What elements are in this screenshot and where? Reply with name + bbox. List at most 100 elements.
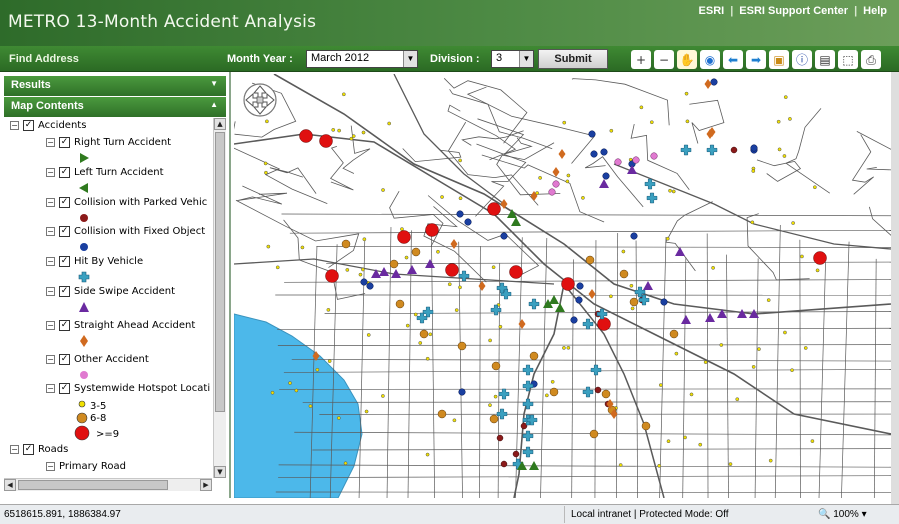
zoom-level[interactable]: 🔍 100% ▾ <box>818 509 867 520</box>
map-view[interactable] <box>234 74 891 498</box>
forward-arrow-icon[interactable]: ➡ <box>746 50 766 69</box>
layer-6[interactable]: − ✓ Straight Ahead Accident <box>46 320 195 331</box>
security-zone: Local intranet | Protected Mode: Off <box>564 506 735 523</box>
layer-checkbox[interactable]: ✓ <box>59 354 70 365</box>
layer-checkbox[interactable]: ✓ <box>59 256 70 267</box>
zoom-value: 100% <box>833 509 859 520</box>
layer-label: Systemwide Hotspot Locati <box>74 383 211 394</box>
layer-checkbox[interactable]: ✓ <box>59 226 70 237</box>
identify-icon[interactable]: ⓘ <box>792 50 812 69</box>
map-coordinates: 6518615.891, 1886384.97 <box>4 509 121 520</box>
layer-checkbox[interactable]: ✓ <box>23 120 34 131</box>
layer-hotspots[interactable]: − ✓ Systemwide Hotspot Locati <box>46 383 210 394</box>
hotspot-class-label: >=9 <box>96 429 120 440</box>
layer-checkbox[interactable]: ✓ <box>59 286 70 297</box>
pan-hand-icon[interactable]: ✋ <box>677 50 697 69</box>
division-value: 3 <box>496 52 503 64</box>
layer-0[interactable]: − ✓ Right Turn Accident <box>46 137 171 148</box>
hotspot-class-label: 3-5 <box>90 401 107 412</box>
layer-checkbox[interactable]: ✓ <box>59 320 70 331</box>
division-select[interactable]: 3 ▼ <box>491 50 534 68</box>
diamond-symbol <box>80 335 88 347</box>
layer-accidents[interactable]: − ✓ Accidents <box>10 120 86 131</box>
zoom-out-icon[interactable]: − <box>654 50 674 69</box>
layer-checkbox[interactable]: ✓ <box>59 383 70 394</box>
results-panel-header[interactable]: Results ▼ <box>4 76 226 96</box>
link-separator: | <box>854 5 858 17</box>
print-icon[interactable]: ⎙ <box>861 50 881 69</box>
scroll-left-icon[interactable]: ◀ <box>4 479 16 491</box>
map-contents-panel-header[interactable]: Map Contents ▲ <box>4 97 226 117</box>
scroll-down-icon[interactable]: ▼ <box>214 466 226 478</box>
collapse-icon[interactable]: − <box>46 168 55 177</box>
layer-5[interactable]: − ✓ Side Swipe Accident <box>46 286 175 297</box>
collapse-icon[interactable]: − <box>46 321 55 330</box>
hotspot-class-label: 6-8 <box>90 413 107 424</box>
collapse-icon[interactable]: − <box>46 462 55 471</box>
find-address-label[interactable]: Find Address <box>9 53 79 65</box>
pan-control <box>243 83 277 117</box>
app-title: METRO 13-Month Accident Analysis <box>8 12 317 32</box>
ocean-water <box>234 313 363 498</box>
collapse-icon[interactable]: − <box>10 445 19 454</box>
measure-icon[interactable]: ▤ <box>815 50 835 69</box>
help-link[interactable]: Help <box>863 5 887 17</box>
esri-link[interactable]: ESRI <box>699 5 725 17</box>
month-year-label: Month Year : <box>227 53 293 65</box>
up-triangle-symbol <box>79 302 89 312</box>
cross-symbol <box>78 271 90 283</box>
back-arrow-icon[interactable]: ⬅ <box>723 50 743 69</box>
layer-checkbox[interactable]: ✓ <box>23 444 34 455</box>
layer-7[interactable]: − ✓ Other Accident <box>46 354 149 365</box>
collapse-icon[interactable]: − <box>46 257 55 266</box>
chevron-up-icon[interactable]: ▲ <box>210 100 218 109</box>
scroll-up-icon[interactable]: ▲ <box>214 118 226 130</box>
chevron-down-icon[interactable]: ▼ <box>519 51 533 67</box>
status-bar: 6518615.891, 1886384.97 Local intranet |… <box>0 504 899 524</box>
layer-2[interactable]: − ✓ Collision with Parked Vehic <box>46 197 207 208</box>
layer-primary-road[interactable]: − Primary Road <box>46 461 126 472</box>
top-links: ESRI | ESRI Support Center | Help <box>699 5 887 17</box>
chevron-down-icon[interactable]: ▼ <box>210 79 218 88</box>
layer-label: Other Accident <box>74 354 149 365</box>
zoom-in-icon[interactable]: + <box>631 50 651 69</box>
layer-checkbox[interactable]: ✓ <box>59 137 70 148</box>
collapse-icon[interactable]: − <box>46 355 55 364</box>
collapse-icon[interactable]: − <box>46 384 55 393</box>
layer-label: Roads <box>38 444 69 455</box>
scroll-thumb[interactable] <box>18 480 168 490</box>
select-tool-icon[interactable]: ⬚ <box>838 50 858 69</box>
submit-button[interactable]: Submit <box>538 49 608 69</box>
right-triangle-symbol <box>80 153 89 163</box>
collapse-icon[interactable]: − <box>46 227 55 236</box>
layer-checkbox[interactable]: ✓ <box>59 167 70 178</box>
layer-label: Side Swipe Accident <box>74 286 175 297</box>
scroll-thumb[interactable] <box>215 132 225 412</box>
collapse-icon[interactable]: − <box>46 138 55 147</box>
select-features-icon[interactable]: ▣ <box>769 50 789 69</box>
dot-symbol <box>80 214 88 222</box>
layer-roads[interactable]: − ✓ Roads <box>10 444 68 455</box>
month-year-value: March 2012 <box>311 52 370 64</box>
scroll-right-icon[interactable]: ▶ <box>200 479 212 491</box>
dot-symbol <box>80 243 88 251</box>
layer-1[interactable]: − ✓ Left Turn Accident <box>46 167 164 178</box>
layer-4[interactable]: − ✓ Hit By Vehicle <box>46 256 143 267</box>
collapse-icon[interactable]: − <box>46 198 55 207</box>
map-canvas[interactable] <box>234 74 891 498</box>
full-extent-globe-icon[interactable]: ◉ <box>700 50 720 69</box>
map-contents-label: Map Contents <box>11 100 84 112</box>
toc-horizontal-scrollbar[interactable]: ◀ ▶ <box>4 478 212 491</box>
toc-vertical-scrollbar[interactable]: ▲ ▼ <box>213 118 226 478</box>
layer-label: Collision with Fixed Object <box>74 226 206 237</box>
chevron-down-icon[interactable]: ▼ <box>403 51 417 67</box>
layer-checkbox[interactable]: ✓ <box>59 197 70 208</box>
esri-support-center-link[interactable]: ESRI Support Center <box>739 5 848 17</box>
collapse-icon[interactable]: − <box>46 287 55 296</box>
hotspot-2-symbol <box>74 425 90 441</box>
window-scrollbar[interactable] <box>891 72 899 504</box>
layer-3[interactable]: − ✓ Collision with Fixed Object <box>46 226 205 237</box>
month-year-select[interactable]: March 2012 ▼ <box>306 50 418 68</box>
collapse-icon[interactable]: − <box>10 121 19 130</box>
layer-label: Left Turn Accident <box>74 167 164 178</box>
